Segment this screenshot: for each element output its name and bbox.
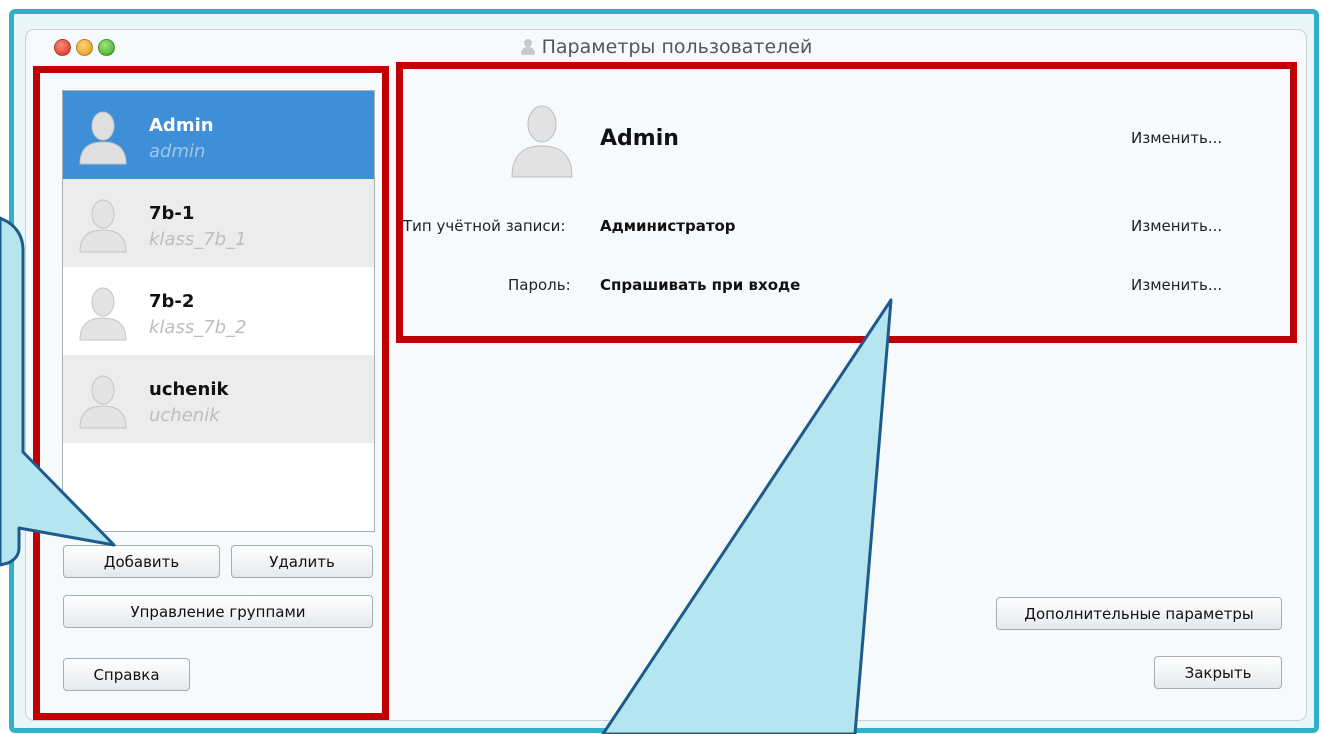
callout-overlay [0,216,893,734]
center-callout-shape [601,298,893,734]
left-callout-shape [0,216,116,567]
